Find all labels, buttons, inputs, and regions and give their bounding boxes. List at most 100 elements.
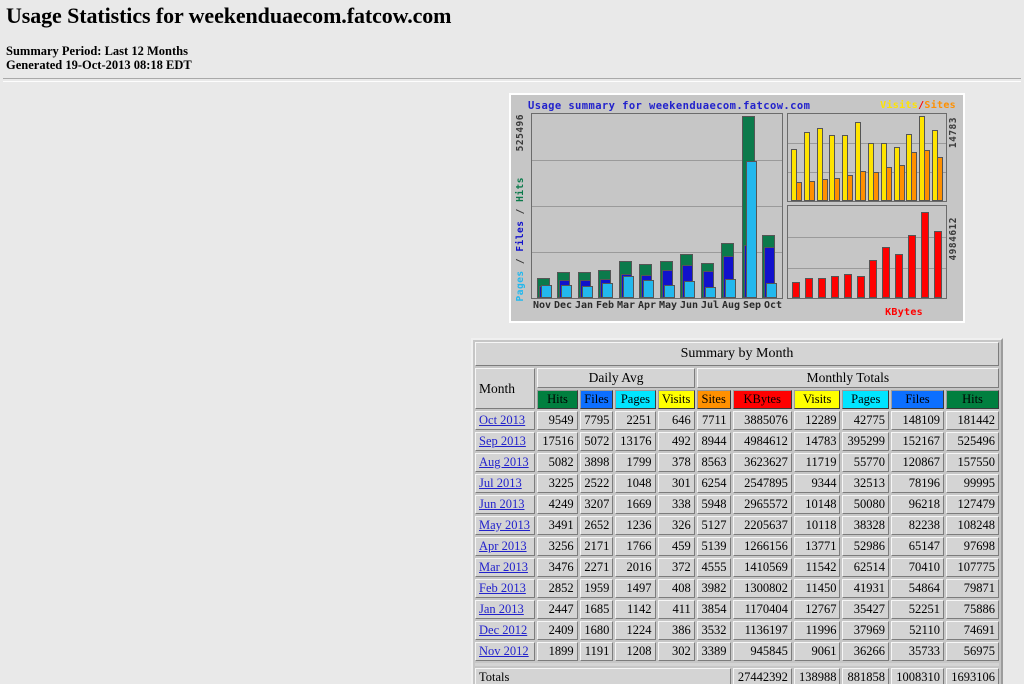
cell-m-hits: 181442 <box>945 411 999 430</box>
cell-m-pages: 55770 <box>842 453 890 472</box>
cell-m-pages: 395299 <box>842 432 890 451</box>
totals-kbytes: 27442392 <box>732 668 792 684</box>
month-link-apr-2013[interactable]: Apr 2013 <box>479 539 527 553</box>
chart-visits-sites-group-oct <box>932 114 944 201</box>
month-cell[interactable]: May 2013 <box>475 516 536 535</box>
x-label-mar: Mar <box>617 300 636 311</box>
chart-legend-kbytes: KBytes <box>885 307 923 318</box>
cell-m-pages: 36266 <box>842 642 890 661</box>
bar-pages-jan <box>581 285 593 298</box>
bar-kbytes-nov <box>792 281 801 298</box>
month-link-jan-2013[interactable]: Jan 2013 <box>479 602 524 616</box>
month-link-may-2013[interactable]: May 2013 <box>479 518 530 532</box>
chart-visits-sites-group-may <box>867 114 879 201</box>
chart-visits-sites-group-jul <box>893 114 905 201</box>
cell-m-kbytes: 1136197 <box>732 621 792 640</box>
bar-sites-dec <box>808 180 815 201</box>
cell-m-kbytes: 3885076 <box>732 411 792 430</box>
chart-kbytes-group-sep <box>920 206 930 298</box>
month-link-nov-2012[interactable]: Nov 2012 <box>479 644 529 658</box>
chart-kbytes-group-may <box>868 206 878 298</box>
totals-row: Totals 27442392 138988 881858 1008310 1693106 <box>475 668 999 684</box>
cell-d-hits: 3256 <box>537 537 578 556</box>
cell-m-visits: 11450 <box>793 579 841 598</box>
summary-by-month-table: Summary by Month Month Daily Avg Monthly… <box>471 338 1003 684</box>
chart-bar-group-feb <box>597 114 614 298</box>
bar-kbytes-apr <box>856 276 865 298</box>
cell-m-pages: 50080 <box>842 495 890 514</box>
bar-pages-apr <box>643 279 655 298</box>
cell-d-visits: 408 <box>657 579 695 598</box>
cell-m-sites: 4555 <box>696 558 731 577</box>
cell-m-visits: 11996 <box>793 621 841 640</box>
bar-kbytes-jul <box>895 254 904 298</box>
bar-pages-aug <box>725 278 737 298</box>
table-title: Summary by Month <box>475 342 999 366</box>
cell-m-sites: 6254 <box>696 474 731 493</box>
cell-m-pages: 32513 <box>842 474 890 493</box>
cell-d-visits: 301 <box>657 474 695 493</box>
bar-sites-jun <box>885 166 892 201</box>
month-link-aug-2013[interactable]: Aug 2013 <box>479 455 529 469</box>
cell-m-sites: 3982 <box>696 579 731 598</box>
chart-visits-sites-group-sep <box>919 114 931 201</box>
bar-sites-jul <box>898 165 905 201</box>
cell-d-visits: 411 <box>657 600 695 619</box>
cell-m-visits: 13771 <box>793 537 841 556</box>
month-link-feb-2013[interactable]: Feb 2013 <box>479 581 526 595</box>
cell-d-hits: 4249 <box>537 495 578 514</box>
chart-bar-group-sep <box>741 114 758 298</box>
table-column-header-row: Hits Files Pages Visits Sites KBytes Visits Pag… <box>475 390 999 409</box>
month-cell[interactable]: Feb 2013 <box>475 579 536 598</box>
column-header-daily-visits: Visits <box>657 390 695 409</box>
month-cell[interactable]: Sep 2013 <box>475 432 536 451</box>
cell-d-pages: 1669 <box>615 495 656 514</box>
month-cell[interactable]: Jan 2013 <box>475 600 536 619</box>
cell-d-hits: 1899 <box>537 642 578 661</box>
month-link-jun-2013[interactable]: Jun 2013 <box>479 497 525 511</box>
cell-m-files: 54864 <box>891 579 944 598</box>
chart-plot-hits-files-pages <box>531 113 783 299</box>
chart-bar-group-may <box>659 114 676 298</box>
cell-m-sites: 5139 <box>696 537 731 556</box>
column-group-monthly-totals: Monthly Totals <box>696 368 999 388</box>
chart-visits-sites-group-dec <box>803 114 815 201</box>
month-link-jul-2013[interactable]: Jul 2013 <box>479 476 522 490</box>
cell-m-files: 78196 <box>891 474 944 493</box>
chart-kbytes-group-oct <box>933 206 943 298</box>
month-link-sep-2013[interactable]: Sep 2013 <box>479 434 526 448</box>
chart-visits-sites-group-jun <box>880 114 892 201</box>
bar-pages-oct <box>766 283 778 298</box>
cell-m-files: 82238 <box>891 516 944 535</box>
month-cell[interactable]: Dec 2012 <box>475 621 536 640</box>
month-cell[interactable]: Jul 2013 <box>475 474 536 493</box>
month-cell[interactable]: Jun 2013 <box>475 495 536 514</box>
month-cell[interactable]: Nov 2012 <box>475 642 536 661</box>
chart-legend-visits-sites: Visits/Sites <box>880 100 956 111</box>
chart-plot-visits-sites <box>787 113 947 202</box>
month-cell[interactable]: Apr 2013 <box>475 537 536 556</box>
cell-m-hits: 108248 <box>945 516 999 535</box>
month-link-mar-2013[interactable]: Mar 2013 <box>479 560 528 574</box>
generated-timestamp-text: Generated 19-Oct-2013 08:18 EDT <box>6 58 192 72</box>
cell-m-kbytes: 2547895 <box>732 474 792 493</box>
cell-d-hits: 2852 <box>537 579 578 598</box>
cell-m-files: 52251 <box>891 600 944 619</box>
chart-bar-group-dec <box>556 114 573 298</box>
cell-m-hits: 56975 <box>945 642 999 661</box>
month-cell[interactable]: Mar 2013 <box>475 558 536 577</box>
cell-m-sites: 3532 <box>696 621 731 640</box>
month-cell[interactable]: Aug 2013 <box>475 453 536 472</box>
month-link-oct-2013[interactable]: Oct 2013 <box>479 413 525 427</box>
cell-d-hits: 17516 <box>537 432 578 451</box>
chart-visits-sites-group-aug <box>906 114 918 201</box>
chart-bar-group-apr <box>638 114 655 298</box>
cell-d-hits: 3225 <box>537 474 578 493</box>
x-label-apr: Apr <box>638 300 657 311</box>
chart-kbytes-group-nov <box>791 206 801 298</box>
month-cell[interactable]: Oct 2013 <box>475 411 536 430</box>
cell-m-sites: 8944 <box>696 432 731 451</box>
month-link-dec-2012[interactable]: Dec 2012 <box>479 623 527 637</box>
table-row: Jun 2013 4249 3207 1669 338 5948 2965572 10148 5… <box>475 495 999 514</box>
bar-sites-apr <box>860 171 867 201</box>
